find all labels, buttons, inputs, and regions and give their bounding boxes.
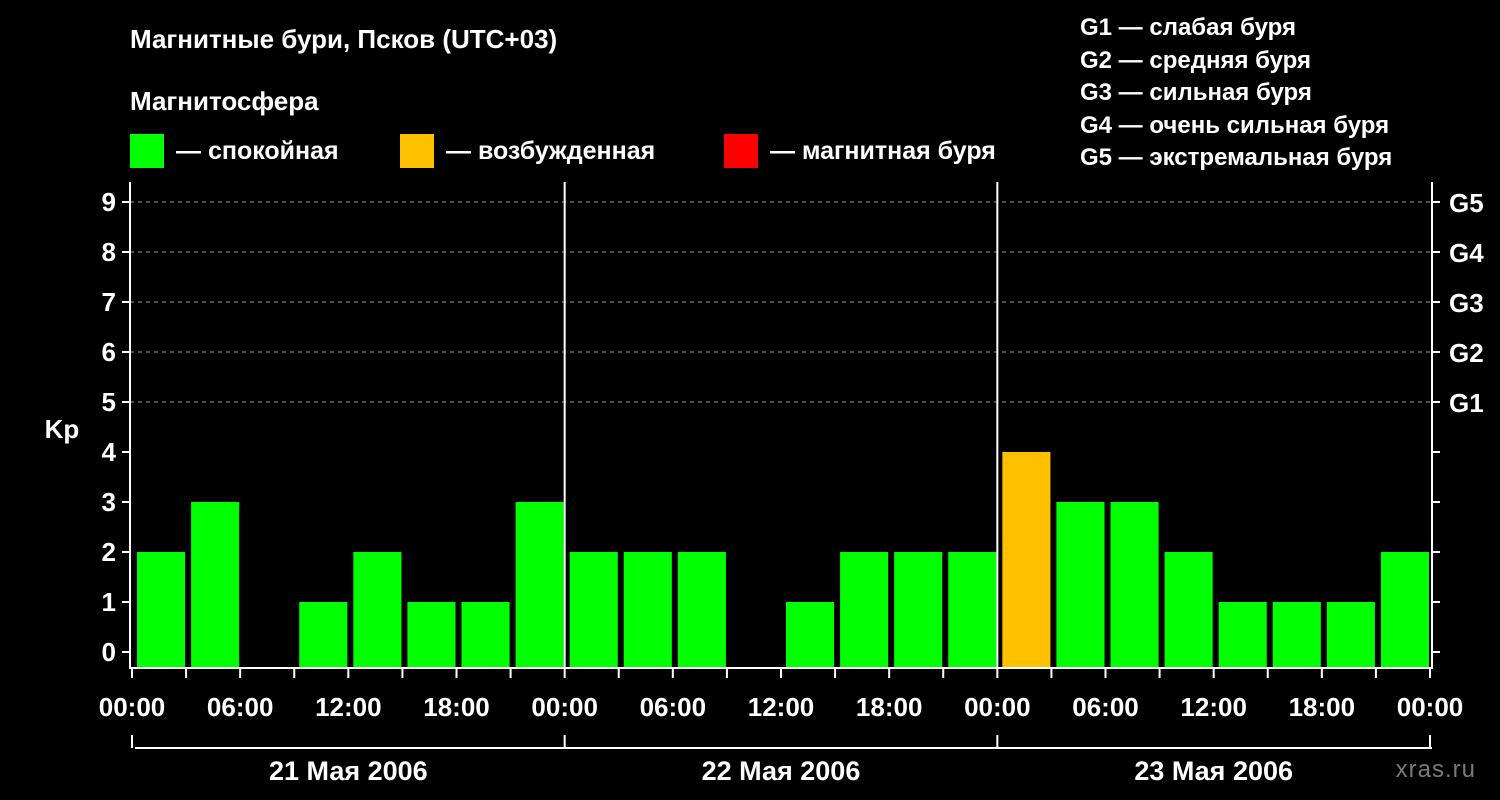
day-label: 23 Мая 2006 (1134, 756, 1293, 786)
x-tick-label: 00:00 (99, 692, 166, 722)
bar-kp-6 (461, 602, 510, 668)
bar-kp-5 (407, 602, 456, 668)
grid-lines (130, 201, 1432, 403)
y-tick-label: 9 (102, 187, 116, 217)
bar-kp-13 (840, 552, 889, 668)
y-tick-label: 3 (102, 487, 116, 517)
storm-level-label: G2 (1449, 338, 1484, 368)
storm-level-label: G4 (1449, 238, 1484, 268)
x-tick-label: 00:00 (1397, 692, 1464, 722)
bar-kp-0 (137, 552, 186, 668)
bar-kp-23 (1380, 552, 1429, 668)
axes: 0 1 2 3 4 5 6 7 8 9 G1 G2 G3 G4 G5 00:00 06:00 12:00 18:00… (99, 182, 1484, 786)
day-label: 21 Мая 2006 (269, 756, 428, 786)
x-tick-label: 00:00 (531, 692, 598, 722)
storm-level-label: G1 (1449, 388, 1484, 418)
y-tick-label: 1 (102, 587, 116, 617)
bar-kp-12 (786, 602, 835, 668)
bar-kp-18 (1110, 502, 1159, 668)
storm-level-label: G5 (1449, 188, 1484, 218)
bar-kp-15 (948, 552, 997, 668)
bar-kp-7 (515, 502, 564, 668)
kp-bar-chart: 0 1 2 3 4 5 6 7 8 9 G1 G2 G3 G4 G5 00:00 06:00 12:00 18:00… (45, 182, 1484, 786)
bar-kp-4 (353, 552, 402, 668)
x-tick-label: 18:00 (1289, 692, 1356, 722)
bar-kp-19 (1164, 552, 1213, 668)
bar-kp-17 (1056, 502, 1105, 668)
x-tick-label: 06:00 (640, 692, 707, 722)
bar-kp-8 (569, 552, 618, 668)
bar-kp-1 (191, 502, 240, 668)
day-label: 22 Мая 2006 (702, 756, 861, 786)
x-tick-label: 00:00 (964, 692, 1031, 722)
bars (137, 452, 1429, 668)
x-tick-label: 06:00 (207, 692, 274, 722)
y-tick-label: 6 (102, 337, 116, 367)
bar-kp-20 (1218, 602, 1267, 668)
bar-kp-10 (677, 552, 726, 668)
y-tick-label: 2 (102, 537, 116, 567)
x-tick-label: 18:00 (423, 692, 490, 722)
x-tick-label: 12:00 (748, 692, 815, 722)
y-tick-label: 0 (102, 637, 116, 667)
bar-kp-22 (1326, 602, 1375, 668)
y-tick-label: 4 (102, 437, 117, 467)
watermark: xras.ru (1395, 756, 1476, 783)
x-tick-label: 12:00 (1180, 692, 1247, 722)
bar-kp-21 (1272, 602, 1321, 668)
y-tick-label: 8 (102, 237, 116, 267)
storm-level-label: G3 (1449, 288, 1484, 318)
x-tick-label: 18:00 (856, 692, 923, 722)
x-tick-label: 12:00 (315, 692, 382, 722)
x-tick-label: 06:00 (1072, 692, 1139, 722)
bar-kp-3 (299, 602, 348, 668)
y-axis-label: Kp (45, 414, 80, 444)
bar-kp-16 (1002, 452, 1051, 668)
bar-kp-14 (894, 552, 943, 668)
y-tick-label: 5 (102, 387, 116, 417)
bar-kp-9 (623, 552, 672, 668)
y-tick-label: 7 (102, 287, 116, 317)
